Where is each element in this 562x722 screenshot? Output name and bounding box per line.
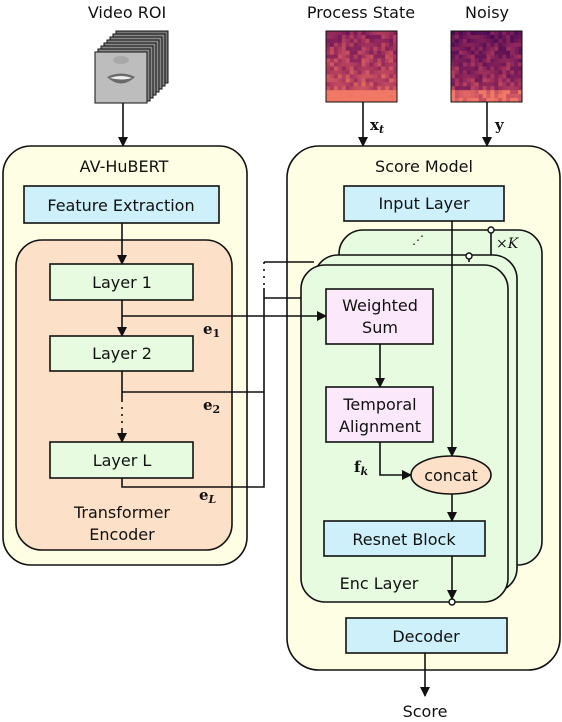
- junction-node: [465, 252, 473, 260]
- layer-2-label: Layer 2: [92, 344, 152, 363]
- process-state-label: Process State: [307, 3, 415, 22]
- concat-label: concat: [424, 466, 478, 485]
- xt-label: xt: [370, 116, 384, 136]
- y-label: y: [494, 116, 505, 134]
- video-roi-label: Video ROI: [88, 3, 166, 22]
- weighted-sum-label-2: Sum: [362, 318, 398, 337]
- av-hubert-title: AV-HuBERT: [80, 157, 169, 176]
- architecture-diagram: Video ROI Process State Noisy xt y AV-Hu…: [2, 3, 561, 721]
- junction-node: [448, 598, 456, 606]
- noisy-label: Noisy: [465, 3, 509, 22]
- score-model-title: Score Model: [375, 157, 473, 176]
- transformer-encoder-label-2: Encoder: [89, 525, 155, 544]
- process-state-spectrogram: [325, 30, 398, 103]
- layer-l-label: Layer L: [93, 451, 152, 470]
- enc-layer-label: Enc Layer: [340, 574, 419, 593]
- score-label: Score: [403, 702, 448, 721]
- layer-1-label: Layer 1: [92, 273, 152, 292]
- noisy-spectrogram: [450, 30, 523, 103]
- junction-node: [487, 226, 495, 234]
- decoder-label: Decoder: [392, 627, 460, 646]
- input-layer-label: Input Layer: [378, 194, 470, 213]
- transformer-encoder-label-1: Transformer: [73, 503, 170, 522]
- temporal-alignment-label-1: Temporal: [342, 395, 416, 414]
- feature-extraction-label: Feature Extraction: [47, 196, 194, 215]
- resnet-block-label: Resnet Block: [352, 530, 456, 549]
- stack-dots: ⋰: [412, 233, 424, 247]
- temporal-alignment-label-2: Alignment: [339, 417, 421, 436]
- weighted-sum-label-1: Weighted: [342, 296, 418, 315]
- video-frames-image: [94, 30, 169, 104]
- repeat-k-label: ×K: [496, 236, 520, 252]
